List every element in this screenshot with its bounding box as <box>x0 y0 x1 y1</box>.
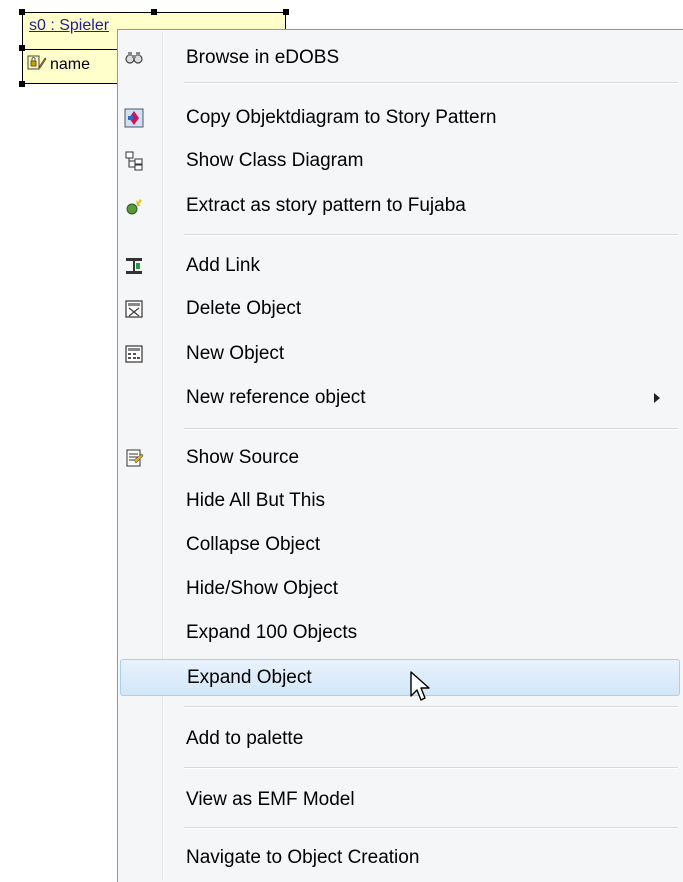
menu-separator <box>184 428 678 430</box>
menu-separator <box>184 767 678 769</box>
object-attribute-row[interactable]: name <box>27 53 90 76</box>
submenu-arrow-icon <box>654 392 660 403</box>
menu-item-label: View as EMF Model <box>186 788 355 810</box>
link-icon <box>124 256 144 276</box>
menu-item-hide-show-object[interactable]: Hide/Show Object <box>120 571 680 606</box>
selection-handle-bottom-left[interactable] <box>19 81 25 87</box>
attribute-name: name <box>50 55 91 73</box>
menu-item-view-as-emf-model[interactable]: View as EMF Model <box>120 782 680 817</box>
menu-item-label: Extract as story pattern to Fujaba <box>186 194 466 216</box>
menu-item-copy-objektdiagram[interactable]: Copy Objektdiagram to Story Pattern <box>120 100 680 135</box>
binoculars-icon <box>124 48 144 68</box>
menu-item-label: Copy Objektdiagram to Story Pattern <box>186 106 497 128</box>
menu-item-add-to-palette[interactable]: Add to palette <box>120 721 680 756</box>
source-icon <box>124 448 144 468</box>
menu-item-label: New reference object <box>186 386 366 408</box>
menu-item-collapse-object[interactable]: Collapse Object <box>120 527 680 562</box>
menu-separator <box>184 234 678 236</box>
context-menu: Browse in eDOBS Copy Objektdiagram to St… <box>117 29 683 882</box>
selection-handle-top-middle[interactable] <box>151 9 157 15</box>
menu-item-label: Hide/Show Object <box>186 577 339 599</box>
menu-item-browse-in-edobs[interactable]: Browse in eDOBS <box>120 40 680 75</box>
menu-item-navigate-to-object-creation[interactable]: Navigate to Object Creation <box>120 840 680 875</box>
menu-item-show-source[interactable]: Show Source <box>120 440 680 475</box>
menu-item-label: New Object <box>186 342 285 364</box>
menu-separator <box>184 82 678 84</box>
delete-object-icon <box>124 299 144 319</box>
menu-item-add-link[interactable]: Add Link <box>120 248 680 283</box>
menu-item-label: Expand Object <box>187 666 312 688</box>
mouse-pointer-icon <box>409 670 433 704</box>
menu-item-label: Delete Object <box>186 297 302 319</box>
menu-item-label: Show Source <box>186 446 300 468</box>
menu-item-label: Add Link <box>186 254 260 276</box>
menu-item-extract-story-pattern[interactable]: Extract as story pattern to Fujaba <box>120 188 680 223</box>
copy-pattern-icon <box>124 108 144 128</box>
object-title[interactable]: s0 : Spieler <box>29 17 109 35</box>
menu-separator <box>184 827 678 829</box>
menu-item-hide-all-but-this[interactable]: Hide All But This <box>120 483 680 518</box>
menu-item-expand-object[interactable]: Expand Object <box>120 659 680 696</box>
attribute-lock-icon <box>27 53 47 76</box>
menu-item-label: Hide All But This <box>186 489 326 511</box>
menu-item-delete-object[interactable]: Delete Object <box>120 291 680 326</box>
class-diagram-icon <box>124 151 144 171</box>
menu-item-new-reference-object[interactable]: New reference object <box>120 380 680 415</box>
selection-handle-top-right[interactable] <box>283 9 289 15</box>
extract-pattern-icon <box>124 196 144 216</box>
menu-item-label: Collapse Object <box>186 533 321 555</box>
menu-item-label: Show Class Diagram <box>186 149 364 171</box>
menu-item-label: Expand 100 Objects <box>186 621 358 643</box>
menu-item-label: Navigate to Object Creation <box>186 846 420 868</box>
menu-separator <box>184 706 678 708</box>
menu-item-new-object[interactable]: New Object <box>120 336 680 371</box>
selection-handle-top-left[interactable] <box>19 9 25 15</box>
menu-item-label: Add to palette <box>186 727 304 749</box>
menu-item-expand-100-objects[interactable]: Expand 100 Objects <box>120 615 680 650</box>
new-object-icon <box>124 344 144 364</box>
menu-item-show-class-diagram[interactable]: Show Class Diagram <box>120 143 680 178</box>
menu-item-label: Browse in eDOBS <box>186 46 340 68</box>
selection-handle-middle-left[interactable] <box>19 45 25 51</box>
